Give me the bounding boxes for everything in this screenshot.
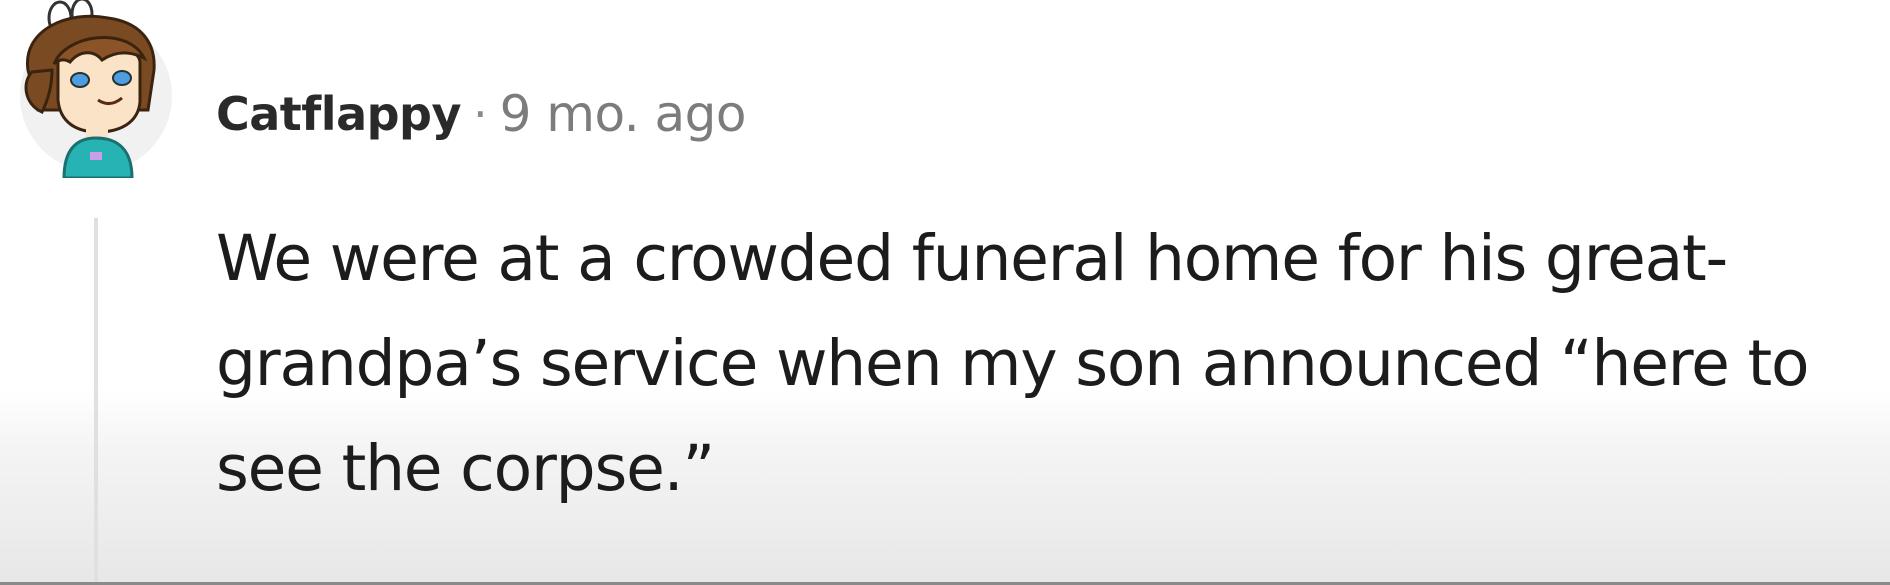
- user-avatar-icon[interactable]: [18, 0, 178, 180]
- meta-separator: ·: [472, 87, 488, 141]
- comment-body: We were at a crowded funeral home for hi…: [216, 222, 1810, 505]
- comment: Catflappy · 9 mo. ago We were at a crowd…: [0, 0, 1890, 585]
- username-link[interactable]: Catflappy: [216, 87, 461, 141]
- comment-meta: Catflappy · 9 mo. ago: [216, 80, 746, 148]
- comment-timestamp[interactable]: 9 mo. ago: [500, 85, 747, 143]
- thread-collapse-line[interactable]: [94, 218, 98, 585]
